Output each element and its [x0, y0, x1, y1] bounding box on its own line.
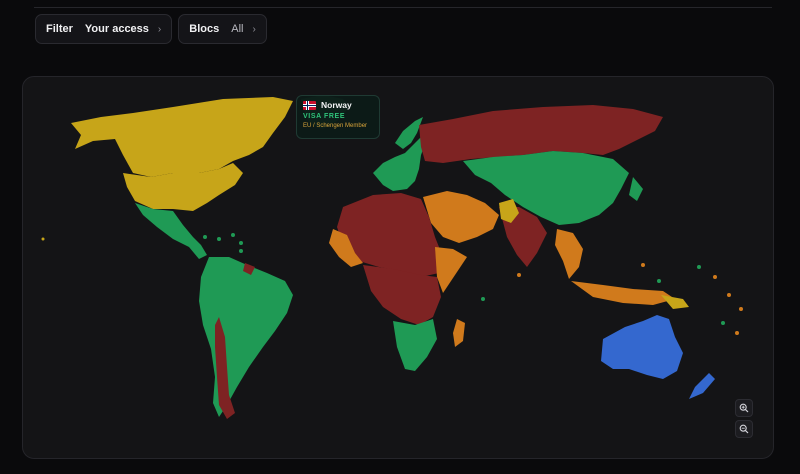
filter-value: Your access	[84, 23, 149, 35]
filter-bar: Filter Your access › Blocs All ›	[35, 14, 267, 44]
tooltip-country: Norway	[321, 100, 352, 110]
zoom-out-button[interactable]	[735, 420, 753, 438]
zoom-in-icon	[739, 403, 749, 413]
blocs-label: Blocs	[189, 23, 220, 35]
filter-label: Filter	[46, 23, 73, 35]
region-japan[interactable]	[629, 177, 643, 201]
country-tooltip: Norway VISA FREE EU / Schengen Member	[296, 95, 380, 139]
chevron-right-icon: ›	[252, 23, 256, 35]
region-indonesia[interactable]	[571, 281, 675, 305]
top-divider	[34, 7, 772, 8]
tooltip-bloc: EU / Schengen Member	[303, 123, 368, 129]
region-canada[interactable]	[71, 97, 293, 177]
world-map[interactable]	[23, 77, 774, 459]
region-new-zealand[interactable]	[689, 373, 715, 399]
zoom-in-button[interactable]	[735, 399, 753, 417]
region-east-africa[interactable]	[435, 247, 467, 293]
chevron-right-icon: ›	[157, 23, 162, 35]
tooltip-status: VISA FREE	[303, 113, 346, 120]
norway-flag-icon	[303, 100, 316, 110]
region-png[interactable]	[661, 295, 689, 309]
region-mexico[interactable]	[135, 203, 207, 259]
zoom-out-icon	[739, 424, 749, 434]
region-south-america[interactable]	[199, 257, 293, 417]
filter-blocs-chip[interactable]: Blocs All ›	[178, 14, 267, 44]
world-map-card: Norway VISA FREE EU / Schengen Member	[22, 76, 774, 459]
region-australia[interactable]	[601, 315, 683, 379]
region-se-asia[interactable]	[555, 229, 583, 279]
filter-access-chip[interactable]: Filter Your access ›	[35, 14, 173, 44]
blocs-value: All	[231, 23, 244, 35]
region-southern-africa[interactable]	[393, 319, 437, 371]
region-madagascar[interactable]	[453, 319, 465, 347]
